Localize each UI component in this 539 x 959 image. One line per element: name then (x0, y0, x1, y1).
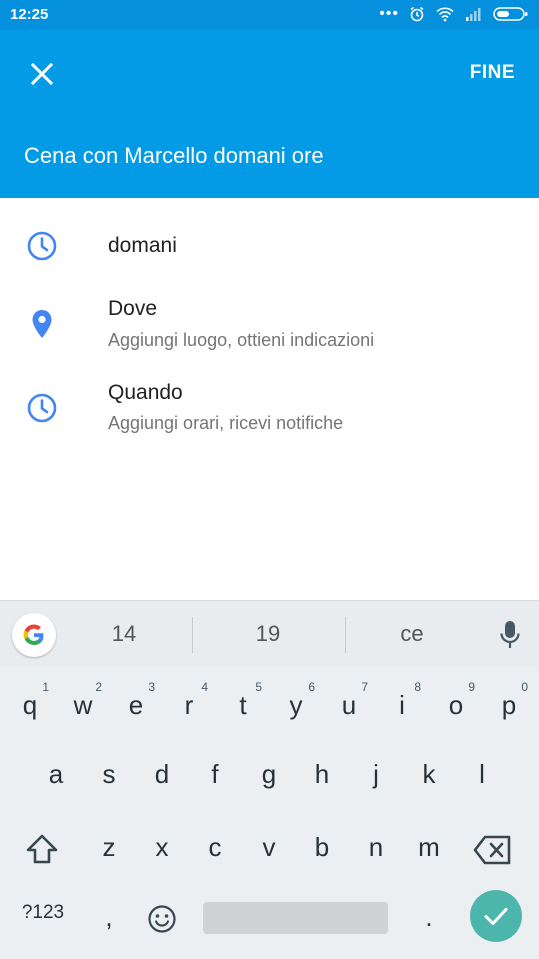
key-y[interactable]: y6 (269, 676, 323, 736)
status-time: 12:25 (10, 6, 49, 23)
wifi-icon (436, 7, 454, 22)
key-j[interactable]: j (349, 745, 403, 805)
suggestion-1[interactable]: 14 (64, 621, 184, 647)
suggestion-bar: 14 19 ce (0, 600, 539, 667)
key-z[interactable]: z (82, 818, 136, 878)
key-m[interactable]: m (402, 818, 456, 878)
key-o[interactable]: o9 (429, 676, 483, 736)
comma-key[interactable]: , (82, 888, 136, 948)
shift-key[interactable] (15, 818, 69, 878)
app-bar: FINE Cena con Marcello domani ore (0, 30, 539, 198)
key-k[interactable]: k (402, 745, 456, 805)
location-row-title: Dove (108, 297, 158, 320)
alarm-icon (410, 6, 424, 22)
checkmark-icon (484, 908, 508, 925)
microphone-icon[interactable] (498, 619, 522, 651)
clock-icon (27, 393, 57, 423)
google-button[interactable] (12, 613, 56, 657)
signal-icon (466, 8, 481, 21)
status-icons: ••• (379, 6, 529, 22)
suggestion-divider (345, 617, 346, 653)
key-q[interactable]: q1 (3, 676, 57, 736)
keyboard: 14 19 ce q1 w2 e3 r4 t5 y6 u7 i8 o9 p0 a… (0, 600, 539, 959)
key-c[interactable]: c (188, 818, 242, 878)
status-bar: 12:25 ••• (0, 0, 539, 30)
time-row-title: Quando (108, 381, 183, 404)
key-s[interactable]: s (82, 745, 136, 805)
suggestion-3[interactable]: ce (352, 621, 472, 647)
battery-icon (493, 7, 528, 21)
close-button[interactable] (26, 58, 58, 90)
key-e[interactable]: e3 (109, 676, 163, 736)
more-notifications-icon: ••• (379, 5, 399, 22)
shift-icon (26, 834, 58, 864)
location-row[interactable]: Dove Aggiungi luogo, ottieni indicazioni (0, 290, 539, 360)
key-f[interactable]: f (188, 745, 242, 805)
location-row-subtitle: Aggiungi luogo, ottieni indicazioni (108, 330, 375, 350)
key-d[interactable]: d (135, 745, 189, 805)
emoji-icon (148, 905, 176, 933)
key-r[interactable]: r4 (162, 676, 216, 736)
key-v[interactable]: v (242, 818, 296, 878)
key-x[interactable]: x (135, 818, 189, 878)
date-row-title: domani (108, 234, 177, 257)
key-w[interactable]: w2 (56, 676, 110, 736)
key-a[interactable]: a (29, 745, 83, 805)
key-t[interactable]: t5 (216, 676, 270, 736)
period-key[interactable]: . (402, 888, 456, 948)
key-b[interactable]: b (295, 818, 349, 878)
key-i[interactable]: i8 (375, 676, 429, 736)
key-n[interactable]: n (349, 818, 403, 878)
key-h[interactable]: h (295, 745, 349, 805)
key-g[interactable]: g (242, 745, 296, 805)
date-row[interactable]: domani (0, 220, 539, 276)
suggestion-divider (192, 617, 193, 653)
space-bar[interactable] (203, 902, 388, 934)
time-row-subtitle: Aggiungi orari, ricevi notifiche (108, 413, 344, 433)
backspace-icon (473, 835, 511, 865)
enter-button[interactable] (470, 890, 522, 942)
key-l[interactable]: l (455, 745, 509, 805)
done-button[interactable]: FINE (470, 62, 515, 84)
title-input[interactable]: Cena con Marcello domani ore (24, 143, 324, 169)
key-p[interactable]: p0 (482, 676, 536, 736)
key-u[interactable]: u7 (322, 676, 376, 736)
suggestion-2[interactable]: 19 (208, 621, 328, 647)
location-pin-icon (32, 310, 52, 338)
time-row[interactable]: Quando Aggiungi orari, ricevi notifiche (0, 373, 539, 443)
emoji-key[interactable] (135, 888, 189, 948)
google-g-icon (23, 624, 44, 645)
backspace-key[interactable] (466, 818, 520, 878)
clock-icon (27, 231, 57, 261)
close-icon (30, 62, 54, 86)
symbols-key[interactable]: ?123 (14, 888, 72, 948)
